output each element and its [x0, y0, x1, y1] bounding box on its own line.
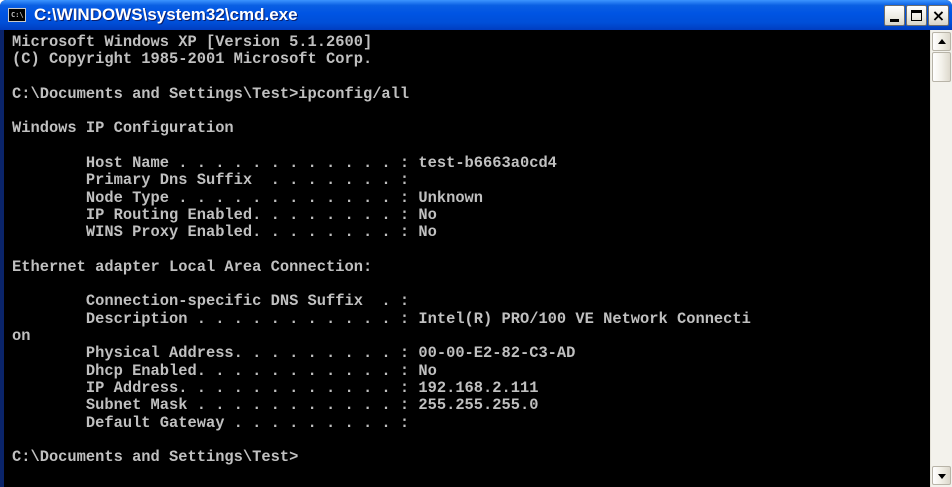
minimize-icon: [890, 19, 899, 22]
scroll-thumb[interactable]: [932, 52, 951, 82]
console-line: C:\Documents and Settings\Test>ipconfig/…: [12, 84, 410, 103]
title-bar[interactable]: C:\ C:\WINDOWS\system32\cmd.exe ×: [0, 0, 952, 30]
scroll-down-button[interactable]: [932, 466, 951, 485]
console-area[interactable]: Microsoft Windows XP [Version 5.1.2600] …: [4, 30, 930, 487]
cmd-window: C:\ C:\WINDOWS\system32\cmd.exe × Micros…: [0, 0, 952, 487]
console-line: Subnet Mask . . . . . . . . . . . : 255.…: [12, 396, 539, 415]
maximize-button[interactable]: [906, 5, 927, 26]
console-line: Connection-specific DNS Suffix . :: [12, 292, 410, 311]
console-line: IP Address. . . . . . . . . . . . : 192.…: [12, 378, 539, 397]
arrow-up-icon: [938, 39, 946, 44]
console-line: Ethernet adapter Local Area Connection:: [12, 257, 373, 276]
arrow-down-icon: [938, 474, 946, 479]
minimize-button[interactable]: [884, 5, 905, 26]
console-line: Physical Address. . . . . . . . . : 00-0…: [12, 344, 576, 363]
console-output: Microsoft Windows XP [Version 5.1.2600] …: [4, 30, 930, 466]
console-line: C:\Documents and Settings\Test>: [12, 448, 299, 467]
console-line: Dhcp Enabled. . . . . . . . . . . : No: [12, 361, 437, 380]
console-icon[interactable]: C:\: [8, 8, 26, 22]
console-line: Windows IP Configuration: [12, 119, 234, 138]
maximize-icon: [911, 10, 922, 21]
console-line: Host Name . . . . . . . . . . . . : test…: [12, 154, 557, 173]
console-line: WINS Proxy Enabled. . . . . . . . : No: [12, 223, 437, 242]
console-line: Primary Dns Suffix . . . . . . . :: [12, 171, 410, 190]
close-icon: ×: [931, 6, 946, 25]
console-line: IP Routing Enabled. . . . . . . . : No: [12, 205, 437, 224]
console-line: Default Gateway . . . . . . . . . :: [12, 413, 410, 432]
console-line: Description . . . . . . . . . . . : Inte…: [12, 309, 751, 328]
console-line: Node Type . . . . . . . . . . . . : Unkn…: [12, 188, 484, 207]
window-title: C:\WINDOWS\system32\cmd.exe: [34, 5, 298, 24]
console-line: (C) Copyright 1985-2001 Microsoft Corp.: [12, 50, 373, 69]
console-line: Microsoft Windows XP [Version 5.1.2600]: [12, 33, 373, 51]
scroll-up-button[interactable]: [932, 32, 951, 51]
console-line: on: [12, 327, 31, 346]
close-button[interactable]: ×: [928, 5, 949, 26]
vertical-scrollbar[interactable]: [930, 30, 952, 487]
